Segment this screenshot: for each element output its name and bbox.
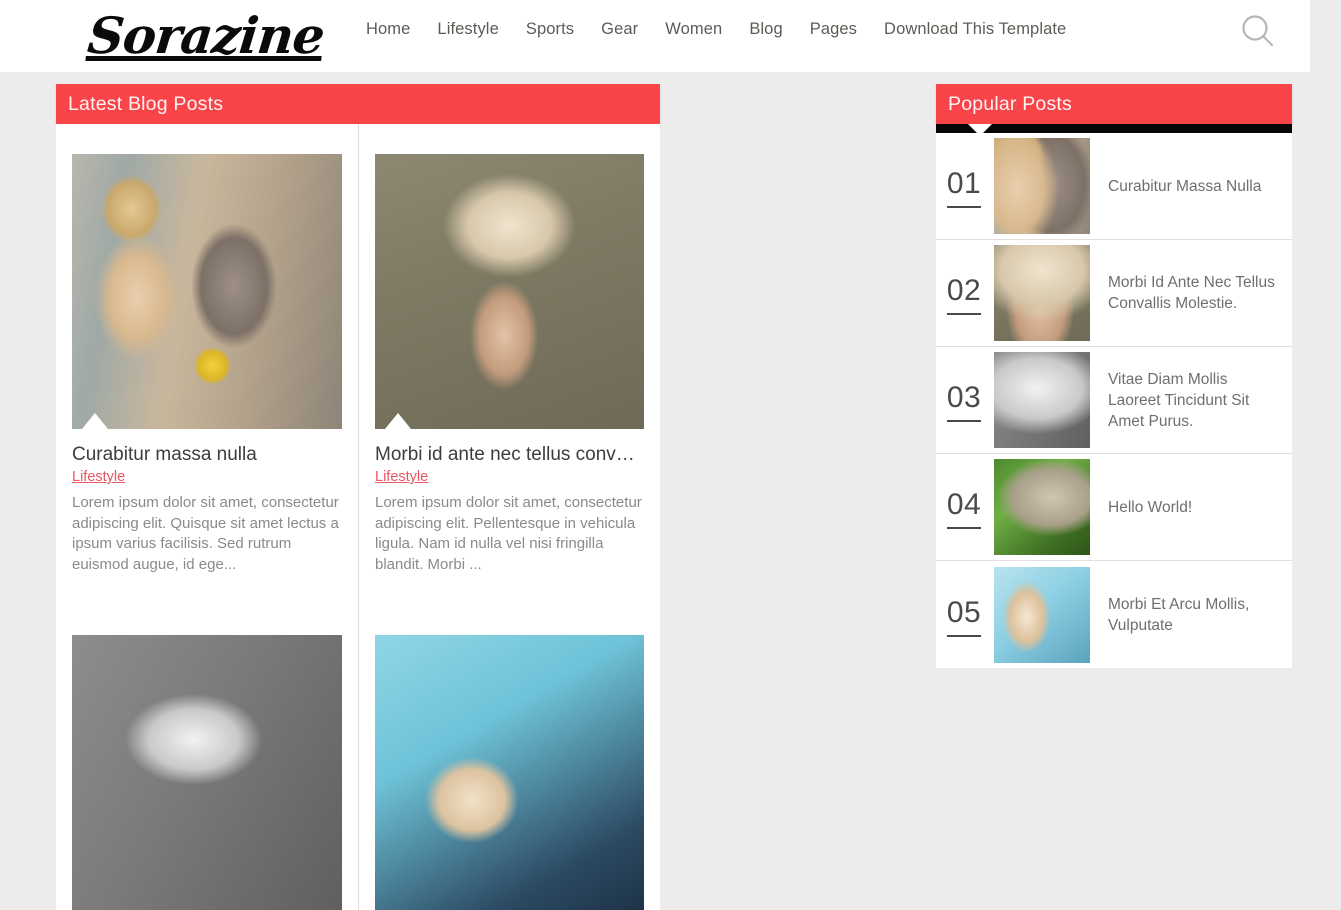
post-category[interactable]: Lifestyle <box>72 469 342 485</box>
post-card-media-wrap <box>359 124 660 429</box>
latest-blog-posts-panel: Curabitur massa nulla Lifestyle Lorem ip… <box>56 124 660 910</box>
popular-post-title[interactable]: Curabitur Massa Nulla <box>1090 176 1292 197</box>
nav-item-lifestyle[interactable]: Lifestyle <box>437 20 498 39</box>
latest-blog-posts-header: Latest Blog Posts <box>56 84 660 124</box>
popular-posts-panel: 01 Curabitur Massa Nulla 02 Morbi Id Ant… <box>936 124 1292 668</box>
post-image[interactable] <box>72 154 342 429</box>
search-icon[interactable] <box>1238 12 1278 52</box>
list-item[interactable]: 03 Vitae Diam Mollis Laoreet Tincidunt S… <box>936 347 1292 454</box>
list-item[interactable]: 01 Curabitur Massa Nulla <box>936 133 1292 240</box>
topbar-notch-icon <box>968 124 992 136</box>
popular-post-title[interactable]: Vitae Diam Mollis Laoreet Tincidunt Sit … <box>1090 369 1292 432</box>
popular-posts-title: Popular Posts <box>948 93 1072 116</box>
post-card-media-wrap <box>56 124 358 429</box>
nav-item-pages[interactable]: Pages <box>810 20 857 39</box>
popular-post-rank: 01 <box>936 167 992 205</box>
nav-item-sports[interactable]: Sports <box>526 20 574 39</box>
popular-post-rank: 04 <box>936 488 992 526</box>
site-header: Sorazine Home Lifestyle Sports Gear Wome… <box>0 0 1310 72</box>
popular-post-thumbnail[interactable] <box>994 138 1090 234</box>
post-card-media-wrap <box>56 605 358 910</box>
nav-item-gear[interactable]: Gear <box>601 20 638 39</box>
post-grid-row-2 <box>56 597 660 910</box>
popular-post-thumbnail[interactable] <box>994 245 1090 341</box>
post-image[interactable] <box>375 154 644 429</box>
image-notch-icon <box>385 413 411 429</box>
site-logo[interactable]: Sorazine <box>85 6 327 66</box>
latest-blog-posts-title: Latest Blog Posts <box>68 93 223 116</box>
popular-post-title[interactable]: Morbi Et Arcu Mollis, Vulputate <box>1090 594 1292 636</box>
post-image-art <box>375 154 644 429</box>
nav-item-blog[interactable]: Blog <box>749 20 782 39</box>
post-image[interactable] <box>72 635 342 910</box>
list-item[interactable]: 04 Hello World! <box>936 454 1292 561</box>
nav-item-women[interactable]: Women <box>665 20 722 39</box>
popular-post-title[interactable]: Morbi Id Ante Nec Tellus Convallis Moles… <box>1090 272 1292 314</box>
post-image-art <box>375 635 644 910</box>
list-item[interactable]: 05 Morbi Et Arcu Mollis, Vulputate <box>936 561 1292 668</box>
post-card[interactable]: Curabitur massa nulla Lifestyle Lorem ip… <box>56 124 358 597</box>
post-card-body: Curabitur massa nulla Lifestyle Lorem ip… <box>56 429 358 597</box>
popular-post-title[interactable]: Hello World! <box>1090 497 1292 518</box>
post-image-art <box>72 154 342 429</box>
post-grid-row-1: Curabitur massa nulla Lifestyle Lorem ip… <box>56 124 660 597</box>
popular-posts-topbar <box>936 124 1292 133</box>
post-card[interactable]: Morbi id ante nec tellus conval… Lifesty… <box>358 124 660 597</box>
post-excerpt: Lorem ipsum dolor sit amet, consectetur … <box>375 493 644 575</box>
popular-post-thumbnail[interactable] <box>994 459 1090 555</box>
popular-post-rank: 03 <box>936 381 992 419</box>
post-image-art <box>72 635 342 910</box>
post-card[interactable] <box>358 597 660 910</box>
popular-posts-column: Popular Posts 01 Curabitur Massa Nulla 0… <box>936 84 1292 668</box>
post-category[interactable]: Lifestyle <box>375 469 644 485</box>
image-notch-icon <box>82 413 108 429</box>
post-excerpt: Lorem ipsum dolor sit amet, consectetur … <box>72 493 342 575</box>
post-title[interactable]: Morbi id ante nec tellus conval… <box>375 443 644 467</box>
nav-item-home[interactable]: Home <box>366 20 410 39</box>
main-navigation: Home Lifestyle Sports Gear Women Blog Pa… <box>366 20 1066 39</box>
popular-post-rank: 05 <box>936 596 992 634</box>
post-image[interactable] <box>375 635 644 910</box>
post-card[interactable] <box>56 597 358 910</box>
post-card-media-wrap <box>359 605 660 910</box>
popular-posts-header: Popular Posts <box>936 84 1292 124</box>
popular-post-thumbnail[interactable] <box>994 567 1090 663</box>
latest-blog-posts-column: Latest Blog Posts Curabitur massa nulla … <box>56 84 660 910</box>
page-body: Latest Blog Posts Curabitur massa nulla … <box>0 72 1341 646</box>
popular-post-rank: 02 <box>936 274 992 312</box>
post-card-body: Morbi id ante nec tellus conval… Lifesty… <box>359 429 660 597</box>
popular-post-thumbnail[interactable] <box>994 352 1090 448</box>
post-title[interactable]: Curabitur massa nulla <box>72 443 342 467</box>
nav-item-download-this-template[interactable]: Download This Template <box>884 20 1066 39</box>
list-item[interactable]: 02 Morbi Id Ante Nec Tellus Convallis Mo… <box>936 240 1292 347</box>
